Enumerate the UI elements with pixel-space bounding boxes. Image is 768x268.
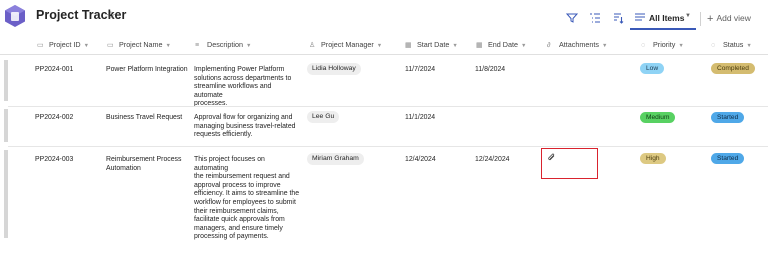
chevron-down-icon: ▼	[678, 43, 684, 49]
paperclip-icon[interactable]	[547, 153, 556, 162]
priority-badge: Low	[640, 63, 665, 74]
text-icon: ▭	[107, 42, 114, 49]
row-selector[interactable]	[4, 150, 8, 238]
priority-badge: Medium	[640, 112, 676, 123]
choice-icon: ◌	[641, 42, 646, 49]
list-view-icon	[635, 13, 645, 21]
column-header-attachments[interactable]: ∂ Attachments ▼	[547, 40, 607, 49]
chevron-down-icon: ▼	[601, 43, 608, 49]
row-divider	[8, 146, 768, 147]
column-header-start-date[interactable]: ▦ Start Date ▼	[405, 40, 458, 49]
start-date-cell: 11/1/2024	[405, 114, 436, 121]
status-badge: Started	[711, 112, 745, 123]
manager-person-chip[interactable]: Miriam Graham	[307, 153, 364, 165]
column-header-description[interactable]: ≡ Description ▼	[195, 40, 251, 49]
favorite-star-icon[interactable]: ☆	[106, 9, 116, 22]
priority-badge: High	[640, 153, 666, 164]
start-date-cell: 12/4/2024	[405, 156, 436, 163]
person-icon: ♙	[309, 42, 316, 49]
chevron-down-icon: ▼	[746, 43, 752, 49]
chevron-down-icon: ▼	[245, 43, 252, 49]
project-id-cell: PP2024-003	[35, 156, 74, 163]
tab-divider	[700, 12, 701, 26]
description-cell: Approval flow for organizing and managin…	[194, 114, 296, 139]
plus-icon: +	[707, 13, 714, 25]
chevron-down-icon: ▼	[520, 43, 527, 49]
end-date-cell: 11/8/2024	[475, 66, 506, 73]
add-view-label: Add view	[716, 13, 751, 23]
app-logo-icon	[5, 5, 25, 27]
manager-person-chip[interactable]: Lee Gu	[307, 111, 340, 123]
manager-person-chip[interactable]: Lidia Holloway	[307, 63, 361, 75]
group-by-icon[interactable]	[589, 12, 601, 24]
column-header-project-id[interactable]: ▭ Project ID ▼	[37, 40, 89, 49]
paperclip-icon: ∂	[547, 42, 551, 49]
row-selector[interactable]	[4, 109, 8, 142]
end-date-cell: 12/24/2024	[475, 156, 510, 163]
project-name-cell: Power Platform Integration	[106, 66, 188, 73]
column-header-project-name[interactable]: ▭ Project Name ▼	[107, 40, 171, 49]
calendar-icon: ▦	[476, 42, 483, 49]
status-badge: Started	[711, 153, 745, 164]
description-cell: Implementing Power Platform solutions ac…	[194, 66, 292, 108]
description-cell: This project focuses on automating the r…	[194, 156, 300, 241]
add-view-button[interactable]: + Add view	[707, 13, 751, 25]
id-icon: ▭	[37, 42, 44, 49]
column-header-priority[interactable]: ◌ Priority ▼	[641, 40, 684, 49]
chevron-down-icon: ▼	[83, 43, 90, 49]
column-header-status[interactable]: ◌ Status ▼	[711, 40, 752, 49]
row-selector[interactable]	[4, 60, 8, 101]
project-name-cell: Reimbursement Process Automation	[106, 156, 182, 172]
row-divider	[8, 106, 768, 107]
tab-all-items[interactable]: All Items ▼	[630, 8, 696, 30]
chevron-down-icon: ▼	[165, 43, 171, 49]
header-divider	[0, 54, 768, 55]
project-id-cell: PP2024-001	[35, 66, 74, 73]
tab-all-items-label: All Items	[649, 13, 685, 23]
column-header-end-date[interactable]: ▦ End Date ▼	[476, 40, 526, 49]
multiline-text-icon: ≡	[195, 42, 200, 49]
chevron-down-icon: ▼	[376, 43, 383, 49]
chevron-down-icon: ▼	[452, 43, 458, 49]
sort-icon[interactable]	[612, 12, 624, 24]
project-id-cell: PP2024-002	[35, 114, 74, 121]
choice-icon: ◌	[711, 42, 716, 49]
chevron-down-icon: ▼	[685, 13, 691, 19]
filter-icon[interactable]	[566, 12, 578, 24]
project-name-cell: Business Travel Request	[106, 114, 183, 121]
column-header-project-manager[interactable]: ♙ Project Manager ▼	[309, 40, 382, 49]
calendar-icon: ▦	[405, 42, 412, 49]
status-badge: Completed	[711, 63, 755, 74]
start-date-cell: 11/7/2024	[405, 66, 436, 73]
